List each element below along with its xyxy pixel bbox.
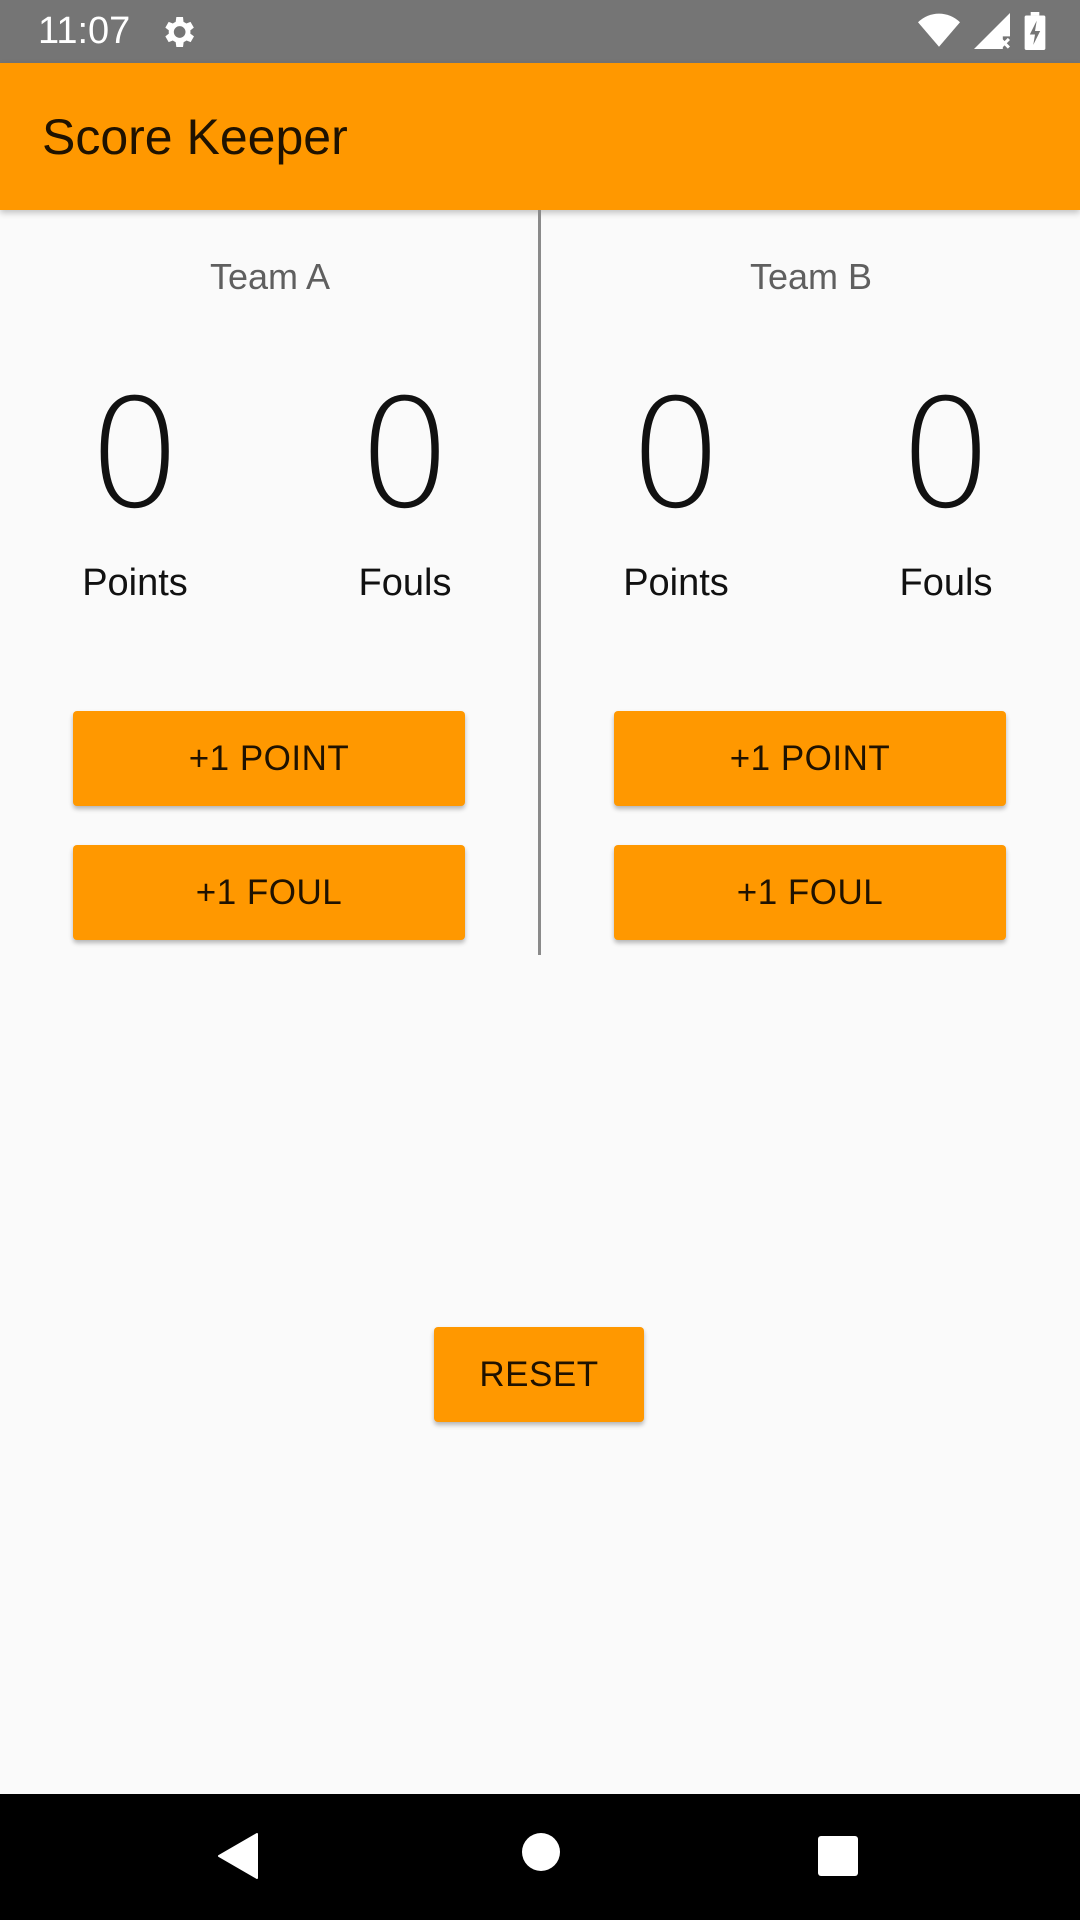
signal-icon xyxy=(974,13,1010,54)
status-time: 11:07 xyxy=(38,10,131,52)
status-bar: 11:07 xyxy=(0,0,1080,63)
fouls-value: 0 xyxy=(898,368,994,542)
gear-icon xyxy=(158,12,198,52)
navigation-bar xyxy=(0,1794,1080,1920)
points-value: 0 xyxy=(87,368,183,542)
wifi-icon xyxy=(918,13,960,54)
app-title: Score Keeper xyxy=(42,109,348,165)
status-icons xyxy=(918,12,1046,55)
team-name: Team B xyxy=(749,256,873,297)
team-name: Team A xyxy=(209,256,331,297)
home-icon[interactable] xyxy=(521,1832,561,1877)
team-b-panel: Team B 0 Points 0 Fouls +1 POINT +1 FOUL xyxy=(541,210,1080,955)
points-stat: 0 Points xyxy=(541,370,811,606)
points-label: Points xyxy=(623,562,729,604)
back-icon[interactable] xyxy=(217,1832,259,1885)
team-a-panel: Team A 0 Points 0 Fouls +1 POINT +1 FOUL xyxy=(0,210,540,955)
points-stat: 0 Points xyxy=(0,370,270,606)
recents-icon[interactable] xyxy=(818,1836,858,1881)
team-b-add-point-button[interactable]: +1 POINT xyxy=(614,711,1006,806)
fouls-stat: 0 Fouls xyxy=(811,370,1080,606)
reset-button[interactable]: RESET xyxy=(434,1327,644,1422)
fouls-label: Fouls xyxy=(358,562,452,604)
points-value: 0 xyxy=(628,368,724,542)
battery-icon xyxy=(1024,12,1046,55)
app-bar: Score Keeper xyxy=(0,63,1080,210)
fouls-stat: 0 Fouls xyxy=(270,370,540,606)
fouls-value: 0 xyxy=(357,368,453,542)
fouls-label: Fouls xyxy=(899,562,993,604)
team-b-add-foul-button[interactable]: +1 FOUL xyxy=(614,845,1006,940)
team-a-add-foul-button[interactable]: +1 FOUL xyxy=(73,845,465,940)
points-label: Points xyxy=(82,562,188,604)
team-a-add-point-button[interactable]: +1 POINT xyxy=(73,711,465,806)
